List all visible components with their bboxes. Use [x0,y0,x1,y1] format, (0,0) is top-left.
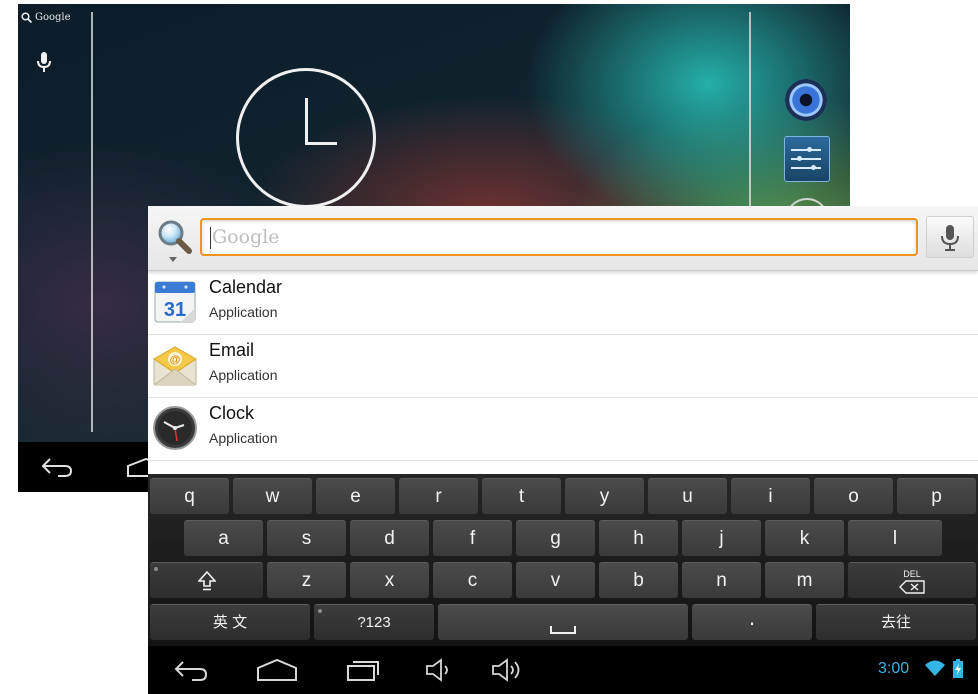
shift-key[interactable] [150,562,263,598]
analog-clock-widget[interactable] [236,68,376,208]
back-icon[interactable] [172,658,210,682]
delete-key[interactable]: DEL [848,562,976,598]
key-a[interactable]: a [184,520,263,556]
list-item[interactable]: 31 Calendar Application [148,272,978,335]
search-icon [21,12,32,23]
result-title: Email [209,340,255,360]
key-f[interactable]: f [433,520,512,556]
system-nav-bar: 3:00 [148,646,978,694]
calendar-icon: 31 [154,281,196,323]
result-subtitle: Application [209,304,278,320]
result-subtitle: Application [209,367,278,383]
key-h[interactable]: h [599,520,678,556]
space-key[interactable] [438,604,688,640]
status-time: 3:00 [878,660,910,677]
clock-minute-hand [305,142,337,145]
result-title: Clock [209,403,255,423]
key-w[interactable]: w [233,478,312,514]
key-g[interactable]: g [516,520,595,556]
volume-down-icon[interactable] [424,658,454,682]
key-b[interactable]: b [599,562,678,598]
symbols-label: ?123 [357,614,391,631]
settings-app-icon[interactable] [784,136,830,182]
key-x[interactable]: x [350,562,429,598]
svg-text:31: 31 [164,299,186,321]
search-field[interactable] [200,218,918,256]
go-key[interactable]: 去往 [816,604,976,640]
key-s[interactable]: s [267,520,346,556]
soft-keyboard: q w e r t y u i o p a s d f g h j k l z … [148,474,978,646]
battery-icon [953,659,963,678]
key-t[interactable]: t [482,478,561,514]
email-icon: @ [153,346,197,386]
delete-label: DEL [903,569,921,579]
shift-icon [196,570,217,591]
wifi-icon [925,660,945,676]
key-m[interactable]: m [765,562,844,598]
key-y[interactable]: y [565,478,644,514]
microphone-icon[interactable] [37,52,51,78]
music-app-icon[interactable] [785,79,827,121]
home-google-search-bar[interactable]: Google [21,12,71,23]
key-o[interactable]: o [814,478,893,514]
period-key[interactable]: · [692,604,812,640]
key-e[interactable]: e [316,478,395,514]
recent-apps-icon[interactable] [346,658,382,682]
key-r[interactable]: r [399,478,478,514]
home-search-label: Google [35,12,71,23]
search-engine-icon[interactable] [156,218,194,264]
clock-icon [153,406,197,450]
key-z[interactable]: z [267,562,346,598]
volume-up-icon[interactable] [490,658,526,682]
key-j[interactable]: j [682,520,761,556]
key-v[interactable]: v [516,562,595,598]
language-key[interactable]: 英 文 [150,604,310,640]
search-results-list: 31 Calendar Application @ Email Applicat… [148,272,978,461]
key-l[interactable]: l [848,520,942,556]
space-bar-icon [550,626,576,634]
list-item[interactable]: Clock Application [148,398,978,461]
backspace-icon [899,580,925,594]
voice-search-button[interactable] [926,216,974,258]
home-icon[interactable] [256,658,298,682]
key-q[interactable]: q [150,478,229,514]
home-divider-left [91,12,93,432]
key-d[interactable]: d [350,520,429,556]
symbols-key[interactable]: ?123 [314,604,434,640]
back-icon[interactable] [40,456,74,478]
key-u[interactable]: u [648,478,727,514]
text-cursor [210,227,211,249]
search-input[interactable] [212,224,902,250]
key-i[interactable]: i [731,478,810,514]
result-subtitle: Application [209,430,278,446]
clock-hour-hand [305,98,308,144]
svg-text:@: @ [170,354,181,366]
list-item[interactable]: @ Email Application [148,335,978,398]
key-n[interactable]: n [682,562,761,598]
microphone-icon [941,225,959,251]
result-title: Calendar [209,277,283,297]
search-screen: 31 Calendar Application @ Email Applicat… [148,206,978,694]
key-c[interactable]: c [433,562,512,598]
key-k[interactable]: k [765,520,844,556]
search-bar [148,206,978,271]
key-p[interactable]: p [897,478,976,514]
